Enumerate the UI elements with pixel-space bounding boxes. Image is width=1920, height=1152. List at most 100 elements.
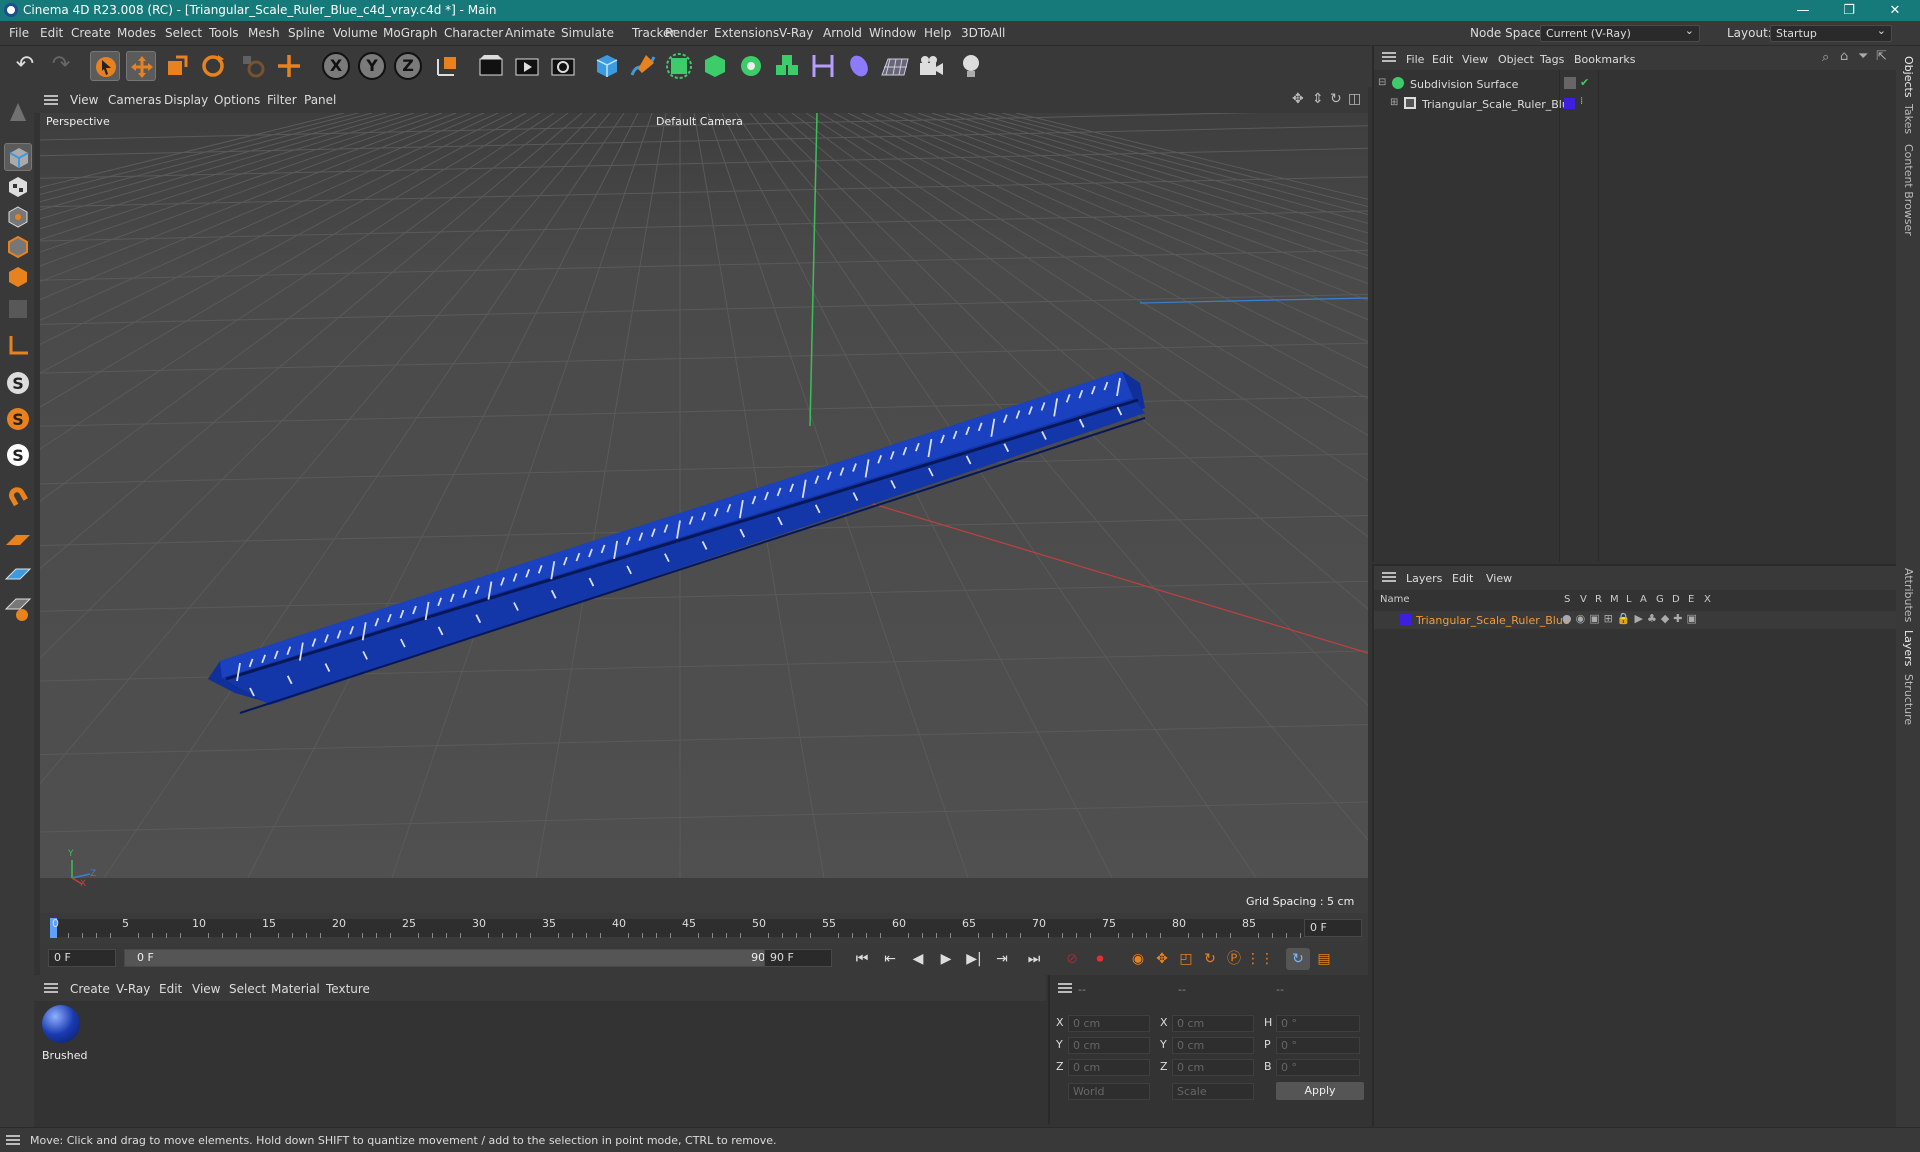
select-pointer-icon[interactable]: [90, 51, 120, 81]
vp-zoom-icon[interactable]: ⇕: [1312, 91, 1324, 107]
coord-pos-z[interactable]: 0 cm: [1068, 1059, 1150, 1076]
vp-menu-filter[interactable]: Filter: [267, 93, 297, 107]
restore-button[interactable]: ❐: [1829, 1, 1869, 20]
lock-z-axis-icon[interactable]: Z: [394, 52, 422, 80]
mat-menu-material[interactable]: Material: [271, 982, 320, 996]
uv-mode-icon[interactable]: [4, 295, 32, 323]
coord-pos-x[interactable]: 0 cm: [1068, 1015, 1150, 1032]
object-name[interactable]: Triangular_Scale_Ruler_Blue: [1422, 98, 1576, 111]
polygons-mode-icon[interactable]: [4, 263, 32, 291]
layout-dropdown[interactable]: Startup: [1770, 23, 1892, 42]
vp-menu-cameras[interactable]: Cameras: [108, 93, 161, 107]
record-keys-icon[interactable]: ⊘: [1060, 948, 1084, 970]
menu-window[interactable]: Window: [869, 26, 916, 40]
menu-character[interactable]: Character: [444, 26, 503, 40]
key-parameter-icon[interactable]: Ⓟ: [1222, 948, 1246, 970]
col-g[interactable]: G: [1656, 594, 1664, 605]
frame-range-slider[interactable]: 0 F 90 F: [124, 949, 784, 967]
menu-mesh[interactable]: Mesh: [248, 26, 280, 40]
layer-row[interactable]: Triangular_Scale_Ruler_Blue ●◉▣⊞🔒▶♣◆✚▣: [1374, 611, 1898, 629]
goto-end-icon[interactable]: ⏭: [1022, 948, 1046, 970]
current-frame-field[interactable]: 0 F: [1304, 919, 1362, 937]
col-d[interactable]: D: [1672, 594, 1680, 605]
layer-menu-edit[interactable]: Edit: [1452, 572, 1473, 585]
pen-spline-icon[interactable]: [628, 51, 658, 81]
prev-frame-icon[interactable]: ◀: [906, 948, 930, 970]
tab-structure[interactable]: Structure: [1902, 674, 1915, 725]
grid-workplane-icon[interactable]: [4, 561, 32, 589]
workplane-icon[interactable]: [4, 527, 32, 555]
menu-arnold[interactable]: Arnold: [823, 26, 862, 40]
solo-hierarchy-icon[interactable]: S: [4, 441, 32, 469]
tab-content-browser[interactable]: Content Browser: [1902, 144, 1915, 236]
end-frame-field[interactable]: 90 F: [764, 949, 832, 967]
scale-tool-icon[interactable]: [162, 51, 192, 81]
deformer-icon[interactable]: [808, 51, 838, 81]
col-a[interactable]: A: [1640, 594, 1647, 605]
obj-menu-edit[interactable]: Edit: [1432, 53, 1453, 66]
visibility-dots-icon[interactable]: ⁞: [1580, 96, 1583, 107]
viewport-menu-icon[interactable]: [44, 95, 58, 105]
coord-size-z[interactable]: 0 cm: [1172, 1059, 1254, 1076]
col-m[interactable]: M: [1610, 594, 1619, 605]
mat-menu-vray[interactable]: V-Ray: [116, 982, 150, 996]
move-tool-icon[interactable]: [126, 51, 156, 81]
dopesheet-icon[interactable]: ▤: [1312, 948, 1336, 970]
layer-color-swatch[interactable]: [1400, 614, 1411, 625]
cloner-icon[interactable]: [736, 51, 766, 81]
vp-menu-display[interactable]: Display: [164, 93, 208, 107]
vp-maximize-icon[interactable]: ◫: [1348, 91, 1361, 107]
render-to-picture-viewer-icon[interactable]: [512, 51, 542, 81]
menu-vray[interactable]: V-Ray: [779, 26, 813, 40]
material-name[interactable]: Brushed: [42, 1049, 88, 1062]
coord-mode-dropdown[interactable]: World: [1068, 1083, 1150, 1100]
autokey-icon[interactable]: ⏺: [1088, 948, 1112, 970]
obj-menu-view[interactable]: View: [1462, 53, 1488, 66]
coord-rot-p[interactable]: 0 °: [1276, 1037, 1360, 1054]
points-mode-icon[interactable]: [4, 203, 32, 231]
layer-menu-view[interactable]: View: [1486, 572, 1512, 585]
vp-rotate-icon[interactable]: ↻: [1330, 91, 1342, 107]
prev-key-icon[interactable]: ⇤: [878, 948, 902, 970]
menu-tools[interactable]: Tools: [209, 26, 239, 40]
vp-menu-view[interactable]: View: [70, 93, 98, 107]
tab-takes[interactable]: Takes: [1902, 104, 1915, 134]
vp-move-icon[interactable]: ✥: [1292, 91, 1304, 107]
timeline-mode-icon[interactable]: ↻: [1286, 948, 1310, 970]
tab-attributes[interactable]: Attributes: [1902, 568, 1915, 622]
recent-tool-icon[interactable]: [238, 51, 268, 81]
coord-rot-h[interactable]: 0 °: [1276, 1015, 1360, 1032]
layer-color-swatch[interactable]: [1564, 98, 1575, 109]
world-axis-icon[interactable]: [274, 51, 304, 81]
camera-icon[interactable]: [916, 51, 946, 81]
menu-select[interactable]: Select: [165, 26, 202, 40]
collapse-icon[interactable]: ⊟: [1378, 77, 1386, 88]
coordinate-system-icon[interactable]: [432, 51, 462, 81]
play-icon[interactable]: ▶: [934, 948, 958, 970]
layer-toggle-icons[interactable]: ●◉▣⊞🔒▶♣◆✚▣: [1562, 612, 1701, 625]
key-pla-icon[interactable]: ⋮⋮: [1246, 948, 1274, 970]
layer-tag-icon[interactable]: [1564, 77, 1576, 89]
apply-button[interactable]: Apply: [1276, 1082, 1364, 1100]
menu-edit[interactable]: Edit: [40, 26, 63, 40]
col-v[interactable]: V: [1580, 594, 1587, 605]
obj-menu-object[interactable]: Object: [1498, 53, 1534, 66]
expand-child-icon[interactable]: ⊞: [1390, 97, 1398, 108]
mat-menu-edit[interactable]: Edit: [159, 982, 182, 996]
layer-menu-icon[interactable]: [1382, 572, 1396, 582]
magnet-icon[interactable]: [4, 483, 32, 511]
coord-rot-b[interactable]: 0 °: [1276, 1059, 1360, 1076]
col-r[interactable]: R: [1595, 594, 1602, 605]
coord-size-x[interactable]: 0 cm: [1172, 1015, 1254, 1032]
coord-pos-y[interactable]: 0 cm: [1068, 1037, 1150, 1054]
object-row-subdivision[interactable]: ⊟ Subdivision Surface ✔: [1374, 76, 1898, 94]
undo-icon[interactable]: ↶: [10, 51, 40, 81]
goto-start-icon[interactable]: ⏮: [850, 948, 874, 970]
tab-layers[interactable]: Layers: [1902, 630, 1915, 666]
lock-x-axis-icon[interactable]: X: [322, 52, 350, 80]
boole-generator-icon[interactable]: [700, 51, 730, 81]
col-name[interactable]: Name: [1380, 594, 1410, 605]
field-icon[interactable]: [844, 51, 874, 81]
vp-menu-options[interactable]: Options: [214, 93, 260, 107]
next-frame-icon[interactable]: ▶|: [962, 948, 986, 970]
